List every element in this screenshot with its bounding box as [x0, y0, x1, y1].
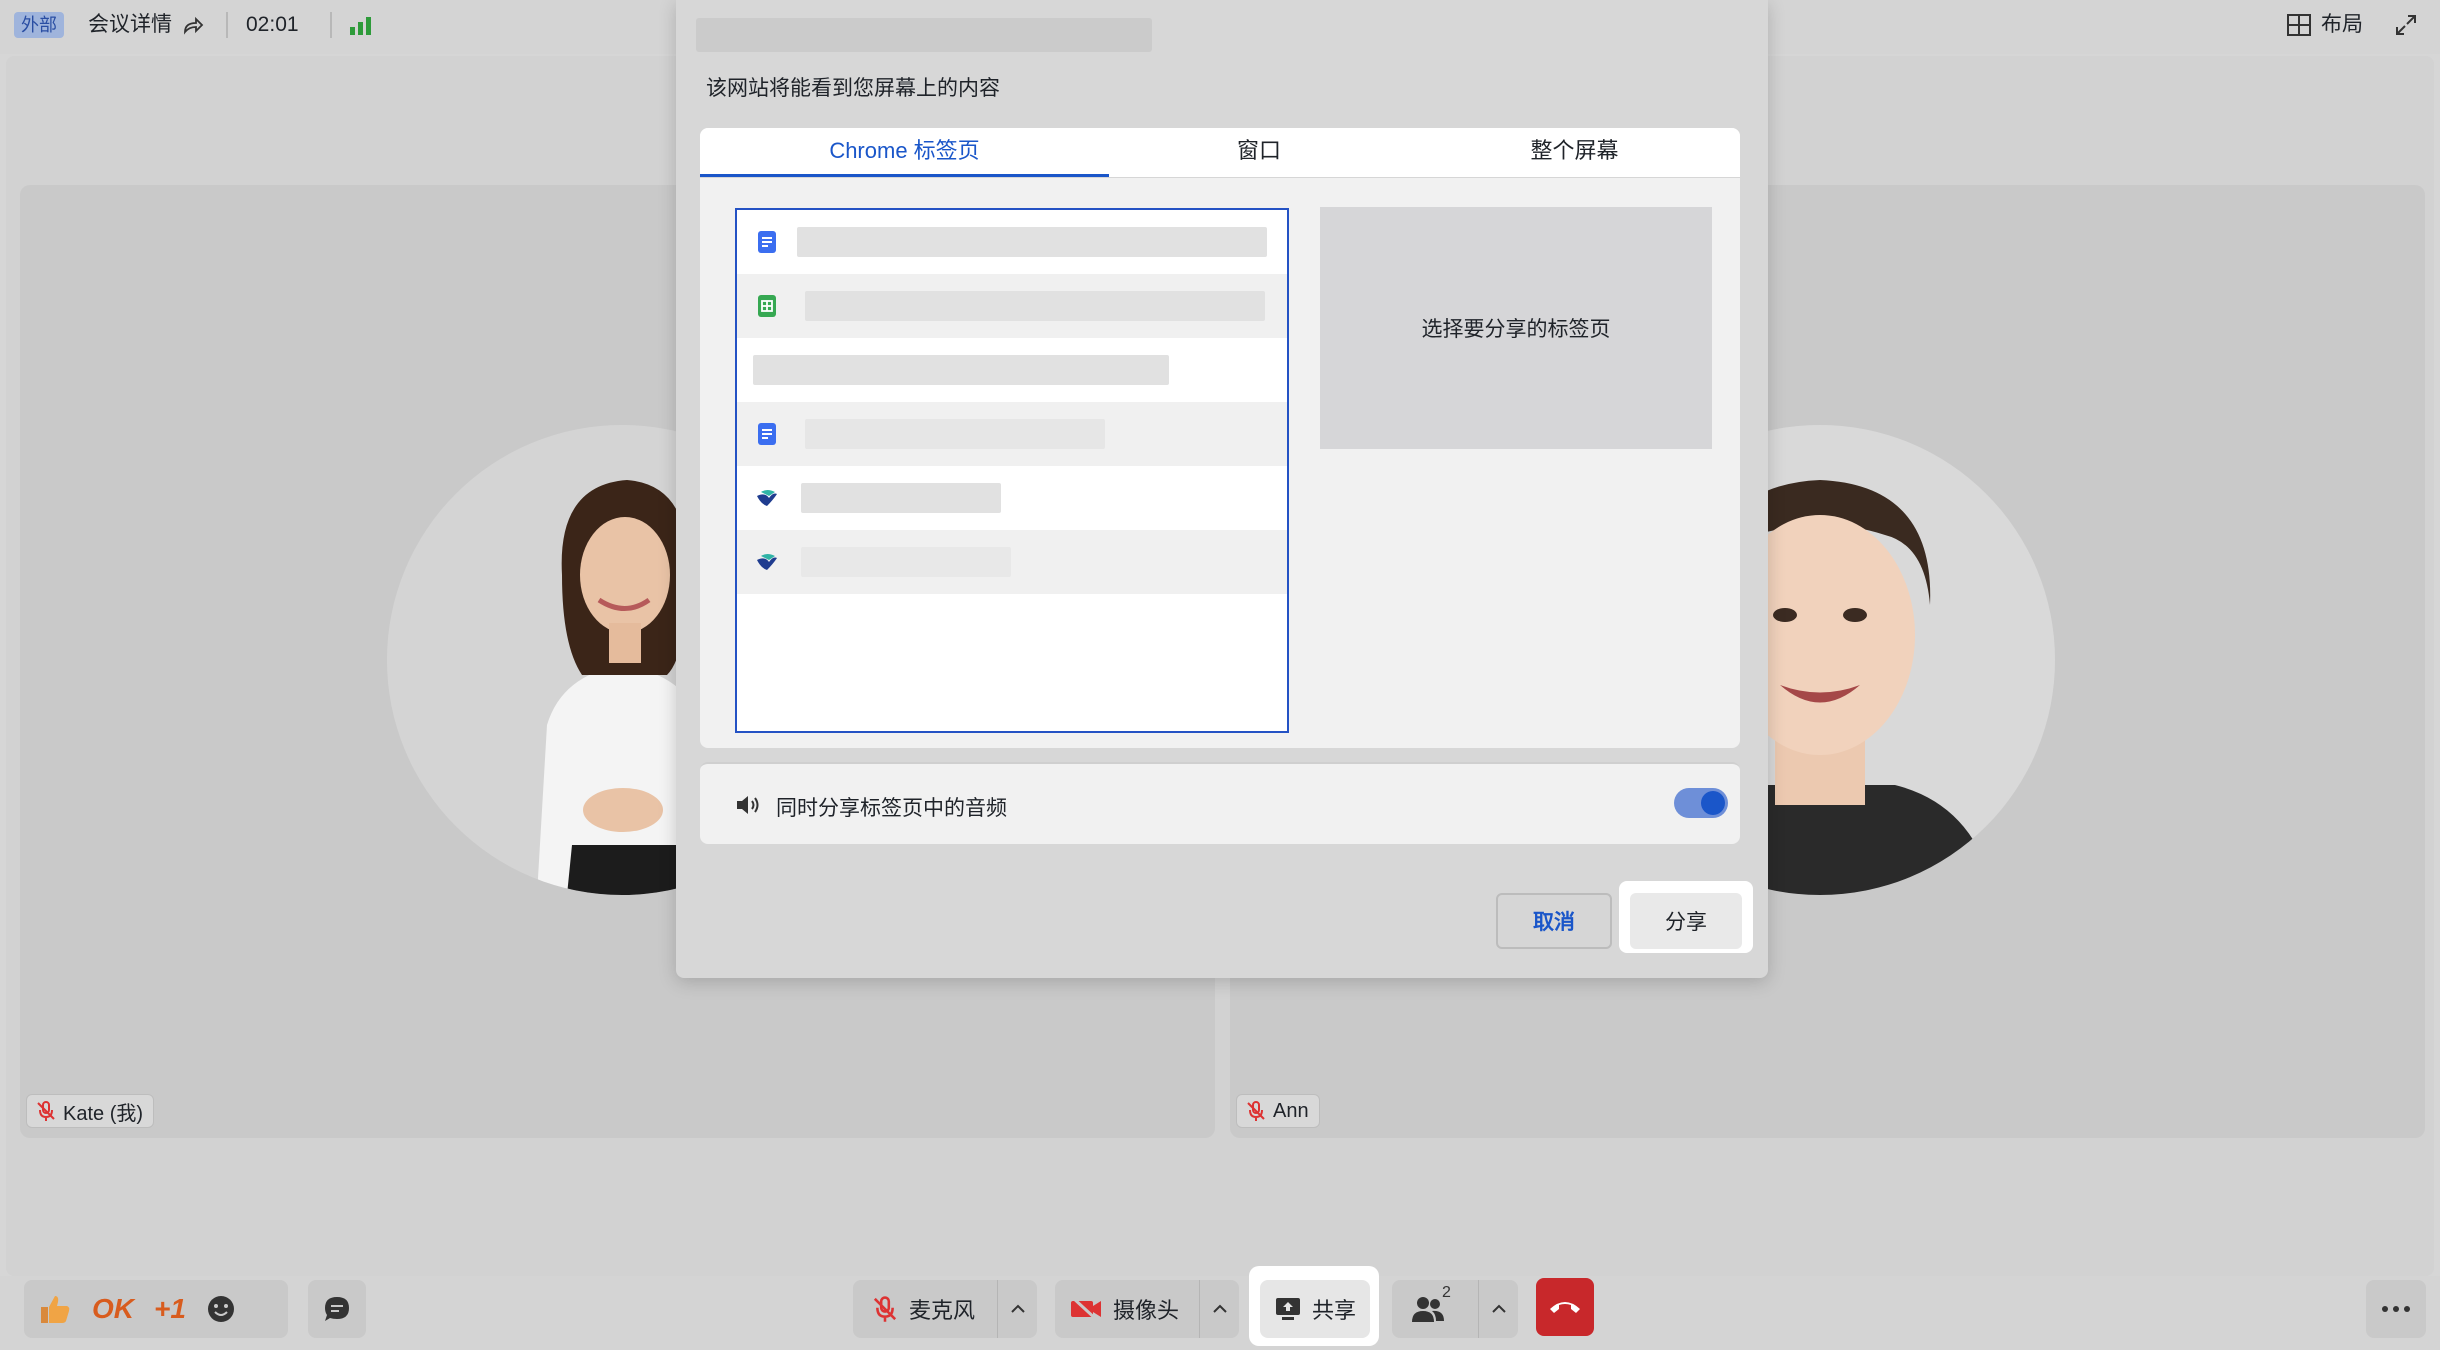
- reaction-ok[interactable]: OK: [92, 1280, 134, 1338]
- tab-title-placeholder: [753, 355, 1169, 385]
- source-tabs: Chrome 标签页 窗口 整个屏幕: [700, 128, 1740, 178]
- people-icon: [1412, 1297, 1444, 1322]
- emoji-icon[interactable]: [206, 1294, 236, 1324]
- layout-button[interactable]: 布局: [2321, 11, 2363, 39]
- google-sheets-icon: [758, 295, 776, 317]
- dialog-subtitle: 该网站将能看到您屏幕上的内容: [706, 77, 1000, 100]
- participant-name: Ann: [1273, 1099, 1309, 1122]
- participant-count: 2: [1442, 1284, 1451, 1301]
- microphone-button[interactable]: 麦克风: [853, 1280, 1037, 1338]
- meeting-timer: 02:01: [246, 13, 299, 36]
- bird-app-icon: [757, 554, 777, 570]
- phone-hangup-icon: [1550, 1302, 1580, 1313]
- share-audio-toggle[interactable]: [1674, 788, 1728, 818]
- list-item[interactable]: [737, 402, 1287, 466]
- chrome-tab-list[interactable]: [735, 208, 1289, 733]
- divider: [330, 12, 332, 38]
- chat-icon: [325, 1297, 349, 1321]
- source-panel: Chrome 标签页 窗口 整个屏幕 选择要分享的标签页: [700, 128, 1740, 748]
- participant-name-tag: Kate (我): [26, 1094, 155, 1128]
- participant-name: Kate (我): [63, 1102, 144, 1125]
- mic-muted-icon: [1247, 1101, 1265, 1121]
- layout-grid-icon[interactable]: [2286, 13, 2312, 37]
- screen-share-picker-dialog: 该网站将能看到您屏幕上的内容 Chrome 标签页 窗口 整个屏幕 选择要分享的…: [676, 0, 1768, 978]
- list-item[interactable]: [737, 274, 1287, 338]
- participant-name-tag: Ann: [1236, 1094, 1320, 1128]
- more-dots-icon: [2382, 1306, 2410, 1312]
- share-confirm-button[interactable]: 分享: [1630, 893, 1742, 949]
- list-item[interactable]: [737, 466, 1287, 530]
- chevron-up-icon: [1491, 1304, 1506, 1313]
- tab-title-placeholder: [805, 419, 1105, 449]
- google-docs-icon: [758, 423, 776, 445]
- tab-preview-area: 选择要分享的标签页: [1320, 207, 1712, 449]
- more-options-button[interactable]: [2366, 1280, 2426, 1338]
- thumbs-up-icon[interactable]: [38, 1292, 72, 1326]
- microphone-label: 麦克风: [909, 1298, 976, 1323]
- chat-button[interactable]: [308, 1280, 366, 1338]
- participants-options-caret[interactable]: [1478, 1280, 1518, 1338]
- camera-options-caret[interactable]: [1199, 1280, 1239, 1338]
- share-screen-icon: [1275, 1298, 1300, 1320]
- share-audio-row: 同时分享标签页中的音频: [700, 762, 1740, 844]
- preview-placeholder-text: 选择要分享的标签页: [1421, 318, 1611, 341]
- reactions-bar: OK +1: [24, 1280, 288, 1338]
- share-label: 共享: [1311, 1298, 1356, 1323]
- list-item[interactable]: [737, 530, 1287, 594]
- external-tag: 外部: [14, 12, 64, 38]
- mic-muted-icon: [37, 1101, 55, 1121]
- share-screen-button[interactable]: 共享: [1260, 1280, 1370, 1338]
- camera-button[interactable]: 摄像头: [1055, 1280, 1239, 1338]
- speaker-icon: [737, 796, 759, 814]
- dialog-title-placeholder: [696, 18, 1152, 52]
- fullscreen-icon[interactable]: [2394, 13, 2418, 37]
- chevron-up-icon: [1010, 1304, 1025, 1313]
- tab-title-placeholder: [801, 483, 1001, 513]
- mic-muted-icon: [873, 1296, 897, 1322]
- list-item[interactable]: [737, 210, 1287, 274]
- active-tab-indicator: [700, 174, 1109, 177]
- bird-app-icon: [757, 490, 777, 506]
- divider: [226, 12, 228, 38]
- tab-title-placeholder: [801, 547, 1011, 577]
- tab-title-placeholder: [797, 227, 1267, 257]
- reaction-plus-one[interactable]: +1: [154, 1280, 186, 1338]
- meeting-details-link[interactable]: 会议详情: [88, 11, 172, 39]
- tab-chrome-tabs[interactable]: Chrome 标签页: [700, 128, 1109, 178]
- chevron-up-icon: [1212, 1304, 1227, 1313]
- participants-button[interactable]: 2: [1392, 1280, 1518, 1338]
- camera-off-icon: [1070, 1295, 1101, 1323]
- tab-title-placeholder: [805, 291, 1265, 321]
- toggle-knob: [1701, 791, 1725, 815]
- tab-window[interactable]: 窗口: [1109, 128, 1409, 178]
- share-audio-label: 同时分享标签页中的音频: [776, 797, 1007, 820]
- cancel-button[interactable]: 取消: [1496, 893, 1612, 949]
- list-item[interactable]: [737, 338, 1287, 402]
- tab-entire-screen[interactable]: 整个屏幕: [1409, 128, 1740, 178]
- camera-label: 摄像头: [1113, 1298, 1180, 1323]
- hang-up-button[interactable]: [1536, 1278, 1594, 1336]
- share-out-icon[interactable]: [182, 14, 204, 36]
- google-docs-icon: [758, 231, 776, 253]
- microphone-options-caret[interactable]: [997, 1280, 1037, 1338]
- network-signal-icon[interactable]: [348, 14, 374, 36]
